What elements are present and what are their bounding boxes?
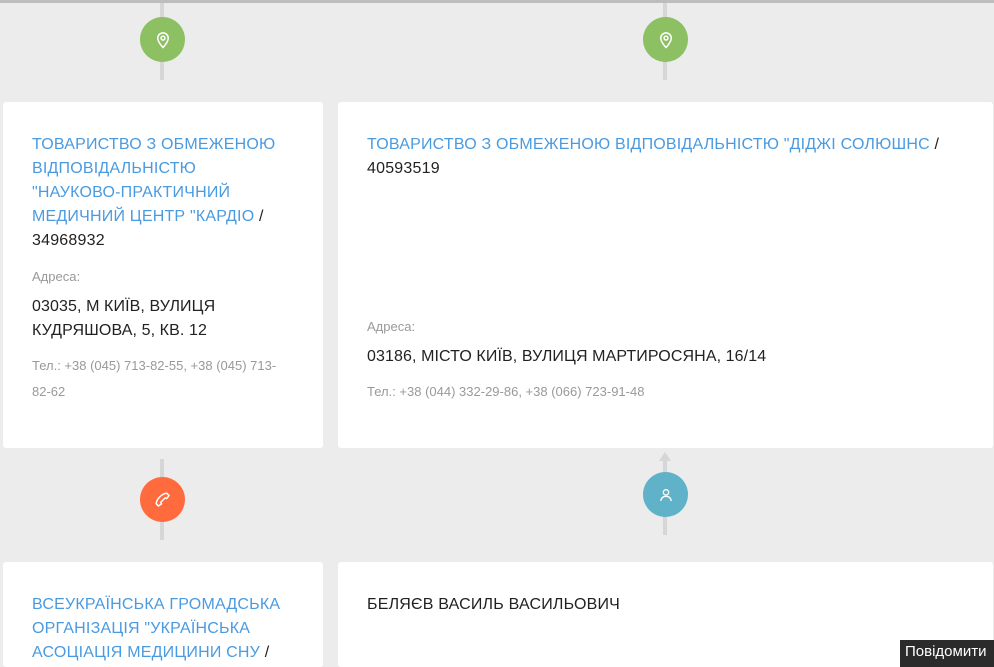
company-code: 40593519 (367, 160, 440, 177)
map-pin-icon (643, 17, 688, 62)
company-link[interactable]: ТОВАРИСТВО З ОБМЕЖЕНОЮ ВІДПОВІДАЛЬНІСТЮ … (367, 136, 930, 153)
address-value: 03035, М КИЇВ, ВУЛИЦЯ КУДРЯШОВА, 5, КВ. … (32, 298, 216, 339)
phone-numbers: Тел.: +38 (044) 332-29-86, +38 (066) 723… (367, 384, 645, 399)
phone-numbers: Тел.: +38 (045) 713-82-55, +38 (045) 713… (32, 358, 277, 399)
company-link[interactable]: ТОВАРИСТВО З ОБМЕЖЕНОЮ ВІДПОВІДАЛЬНІСТЮ … (32, 136, 275, 225)
company-card: ТОВАРИСТВО З ОБМЕЖЕНОЮ ВІДПОВІДАЛЬНІСТЮ … (338, 102, 993, 448)
address-value: 03186, МІСТО КИЇВ, ВУЛИЦЯ МАРТИРОСЯНА, 1… (367, 348, 767, 365)
top-border (0, 0, 994, 3)
company-title: ВСЕУКРАЇНСЬКА ГРОМАДСЬКА ОРГАНІЗАЦІЯ "УК… (32, 593, 293, 665)
title-separator: / (260, 644, 270, 661)
title-separator: / (929, 136, 940, 153)
phone-icon (140, 477, 185, 522)
map-pin-icon (140, 17, 185, 62)
title-separator: / (254, 208, 264, 225)
company-card: ТОВАРИСТВО З ОБМЕЖЕНОЮ ВІДПОВІДАЛЬНІСТЮ … (3, 102, 323, 448)
company-code: 34968932 (32, 232, 105, 249)
company-title: ТОВАРИСТВО З ОБМЕЖЕНОЮ ВІДПОВІДАЛЬНІСТЮ … (367, 133, 964, 181)
address-label: Адреса: (367, 319, 416, 334)
company-card: ВСЕУКРАЇНСЬКА ГРОМАДСЬКА ОРГАНІЗАЦІЯ "УК… (3, 562, 323, 667)
company-link[interactable]: ВСЕУКРАЇНСЬКА ГРОМАДСЬКА ОРГАНІЗАЦІЯ "УК… (32, 596, 280, 661)
person-card: БЕЛЯЄВ ВАСИЛЬ ВАСИЛЬОВИЧ (338, 562, 993, 667)
address-label: Адреса: (32, 269, 81, 284)
person-name: БЕЛЯЄВ ВАСИЛЬ ВАСИЛЬОВИЧ (367, 596, 621, 613)
report-button[interactable]: Повідомити (900, 640, 994, 667)
person-icon (643, 472, 688, 517)
company-title: ТОВАРИСТВО З ОБМЕЖЕНОЮ ВІДПОВІДАЛЬНІСТЮ … (32, 133, 283, 253)
arrow-up-icon (659, 452, 671, 461)
